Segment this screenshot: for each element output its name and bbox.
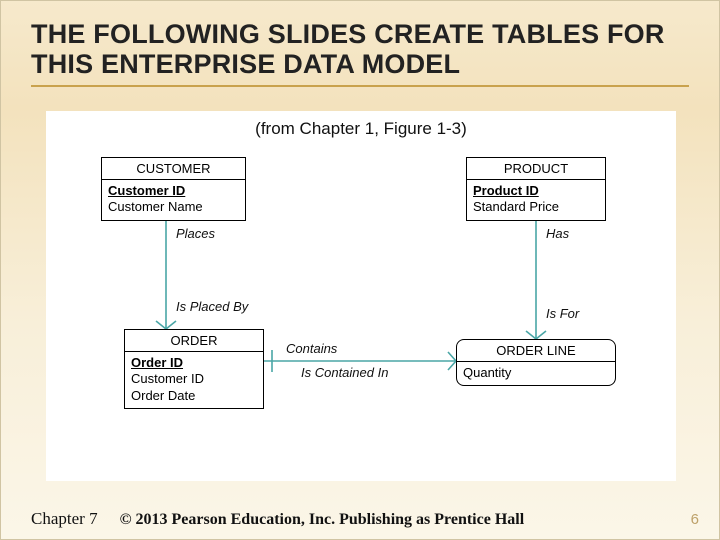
entity-order-attr-1: Order Date xyxy=(131,388,257,404)
entity-product-pk: Product ID xyxy=(473,183,599,199)
entity-order: ORDER Order ID Customer ID Order Date xyxy=(124,329,264,409)
entity-customer: CUSTOMER Customer ID Customer Name xyxy=(101,157,246,221)
entity-customer-attr-0: Customer Name xyxy=(108,199,239,215)
figure-caption: (from Chapter 1, Figure 1-3) xyxy=(46,111,676,139)
entity-customer-pk: Customer ID xyxy=(108,183,239,199)
figure-panel: (from Chapter 1, Figure 1-3) CUSTOMER Cu… xyxy=(46,111,676,481)
slide-footer: Chapter 7 © 2013 Pearson Education, Inc.… xyxy=(1,509,719,529)
rel-places: Places xyxy=(176,226,215,241)
rel-is-for: Is For xyxy=(546,306,579,321)
er-diagram: CUSTOMER Customer ID Customer Name PRODU… xyxy=(46,151,676,481)
entity-orderline: ORDER LINE Quantity xyxy=(456,339,616,386)
entity-order-name: ORDER xyxy=(125,330,263,352)
slide-title: THE FOLLOWING SLIDES CREATE TABLES FOR T… xyxy=(31,19,689,87)
rel-has: Has xyxy=(546,226,569,241)
footer-page: 6 xyxy=(691,511,699,528)
footer-copyright: © 2013 Pearson Education, Inc. Publishin… xyxy=(120,511,525,529)
rel-is-placed-by: Is Placed By xyxy=(176,299,248,314)
entity-product: PRODUCT Product ID Standard Price xyxy=(466,157,606,221)
entity-product-name: PRODUCT xyxy=(467,158,605,180)
rel-contains: Contains xyxy=(286,341,337,356)
entity-order-pk: Order ID xyxy=(131,355,257,371)
entity-order-attr-0: Customer ID xyxy=(131,371,257,387)
entity-customer-name: CUSTOMER xyxy=(102,158,245,180)
rel-is-contained-in: Is Contained In xyxy=(301,365,388,380)
entity-orderline-attr-0: Quantity xyxy=(463,365,609,381)
footer-chapter: Chapter 7 xyxy=(31,509,98,529)
entity-orderline-name: ORDER LINE xyxy=(457,340,615,362)
entity-product-attr-0: Standard Price xyxy=(473,199,599,215)
